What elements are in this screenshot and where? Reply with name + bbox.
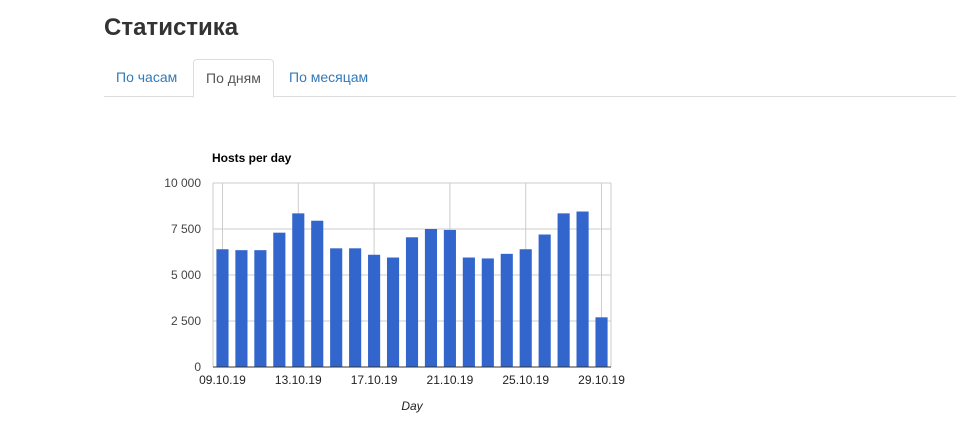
- bar[interactable]: [424, 229, 438, 367]
- bar[interactable]: [443, 229, 456, 367]
- bar[interactable]: [330, 248, 343, 367]
- bar[interactable]: [273, 232, 286, 367]
- x-tick-label: 09.10.19: [199, 373, 246, 387]
- bar[interactable]: [386, 257, 400, 367]
- bar[interactable]: [292, 213, 305, 367]
- y-tick-label: 0: [194, 360, 201, 374]
- bar[interactable]: [500, 253, 513, 367]
- bar[interactable]: [481, 258, 494, 367]
- x-axis-label: Day: [401, 399, 423, 413]
- x-tick-label: 21.10.19: [427, 373, 474, 387]
- bar[interactable]: [595, 317, 608, 367]
- x-tick-label: 13.10.19: [275, 373, 322, 387]
- x-axis-ticks: 09.10.19 13.10.19 17.10.19 21.10.19 25.10.19…: [199, 373, 625, 387]
- bar[interactable]: [538, 234, 551, 367]
- bar[interactable]: [405, 237, 419, 367]
- bar[interactable]: [519, 249, 532, 367]
- y-tick-label: 5 000: [171, 268, 201, 282]
- bar[interactable]: [557, 213, 570, 367]
- y-tick-label: 2 500: [171, 314, 201, 328]
- y-tick-label: 7 500: [171, 222, 201, 236]
- hosts-per-day-chart: Hosts per day 0 2 500 5 000 7 500 10 000 09.…: [164, 151, 625, 413]
- bar[interactable]: [462, 257, 475, 367]
- bar[interactable]: [254, 250, 267, 367]
- bar[interactable]: [235, 250, 248, 367]
- bar[interactable]: [311, 220, 324, 367]
- y-axis-ticks: 0 2 500 5 000 7 500 10 000: [164, 176, 201, 374]
- x-tick-label: 25.10.19: [502, 373, 549, 387]
- chart-title: Hosts per day: [212, 151, 292, 165]
- x-tick-label: 29.10.19: [578, 373, 625, 387]
- bar[interactable]: [368, 254, 381, 367]
- bar[interactable]: [216, 249, 229, 367]
- y-tick-label: 10 000: [164, 176, 201, 190]
- bar[interactable]: [576, 211, 589, 367]
- bar[interactable]: [349, 248, 362, 367]
- chart-bars: [216, 211, 608, 367]
- x-tick-label: 17.10.19: [351, 373, 398, 387]
